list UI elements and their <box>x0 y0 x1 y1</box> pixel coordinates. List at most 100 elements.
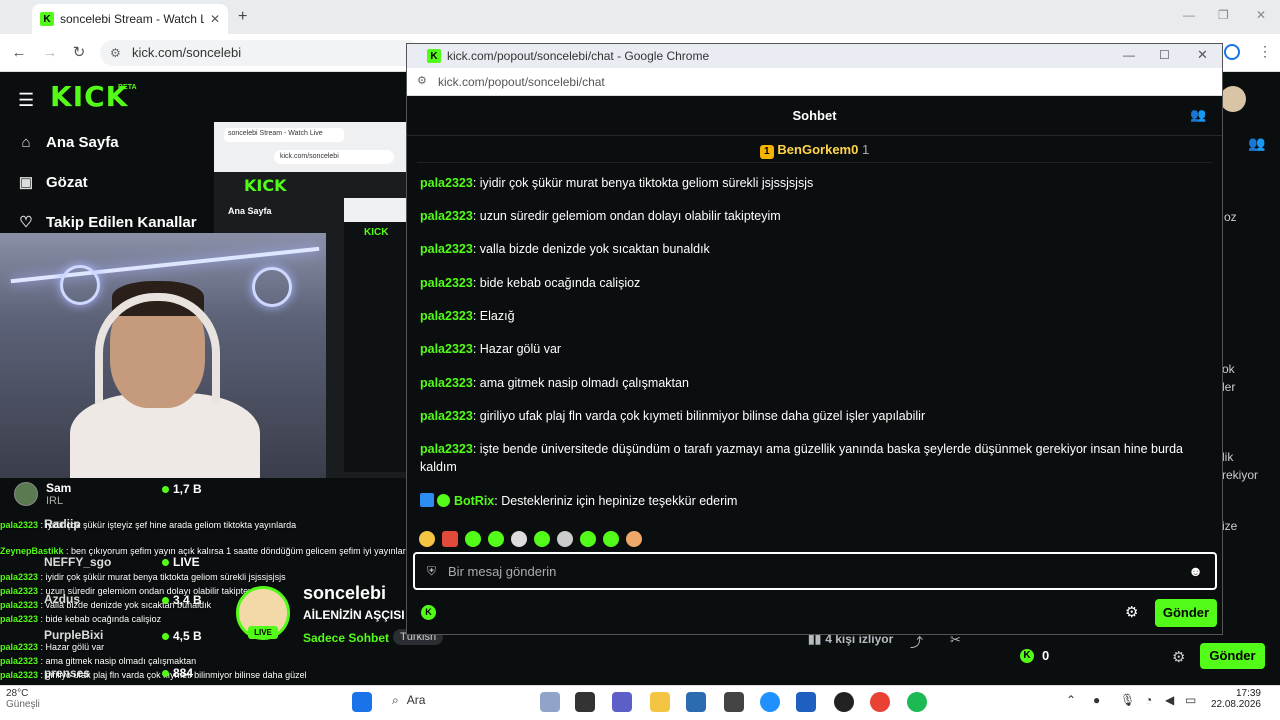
mic-icon[interactable]: 🎙 <box>1120 693 1135 707</box>
shield-icon[interactable]: ⛨ <box>427 564 436 579</box>
chatters-icon[interactable]: 👥 <box>1190 107 1206 123</box>
channel-live-neffy: LIVE <box>162 555 200 569</box>
channel-viewers-sam: 1,7 B <box>162 482 202 496</box>
channel-item-sam[interactable]: Sam IRL <box>14 481 71 507</box>
popout-site-info-icon[interactable]: ⚙ <box>417 74 427 87</box>
wifi-icon[interactable]: ◔ <box>1145 693 1152 707</box>
forward-icon[interactable]: → <box>42 45 58 61</box>
verified-badge-icon <box>437 494 451 507</box>
maximize-icon[interactable]: ❐ <box>1218 8 1229 22</box>
chat-message: pala2323: uzun süredir gelemiom ondan do… <box>420 209 781 223</box>
explorer-icon[interactable] <box>650 692 670 712</box>
emote-icon[interactable] <box>488 531 504 547</box>
emote-icon[interactable] <box>419 531 435 547</box>
chat-settings-icon[interactable]: ⚙ <box>1172 648 1185 666</box>
channel-viewers-azdus: 3,4 B <box>162 593 202 607</box>
volume-icon[interactable]: ◀ <box>1165 693 1174 707</box>
nav-home[interactable]: ⌂ Ana Sayfa <box>18 133 118 151</box>
partial-text-4: lik <box>1222 450 1234 464</box>
emote-icon[interactable] <box>626 531 642 547</box>
weather-widget[interactable]: 28°C Güneşli <box>6 688 40 710</box>
minimize-icon[interactable]: — <box>1183 8 1195 22</box>
popout-chat-window: K kick.com/popout/soncelebi/chat - Googl… <box>406 43 1223 635</box>
emote-row <box>419 531 649 547</box>
emote-icon[interactable] <box>603 531 619 547</box>
channel-item-azdus[interactable]: Azdus <box>44 592 80 606</box>
site-info-icon[interactable]: ⚙ <box>110 46 121 60</box>
popout-url[interactable]: kick.com/popout/soncelebi/chat <box>407 68 1222 96</box>
taskbar-search[interactable]: ⌕ Ara <box>392 693 425 708</box>
emote-icon[interactable] <box>580 531 596 547</box>
kick-logo[interactable]: KICK <box>50 80 128 113</box>
new-tab-button[interactable]: + <box>238 8 247 26</box>
tray-chevron-icon[interactable]: ⌃ <box>1066 693 1076 707</box>
back-icon[interactable]: ← <box>11 45 27 61</box>
partial-text-1: oz <box>1224 210 1237 224</box>
app-icon[interactable] <box>724 692 744 712</box>
beta-badge: BETA <box>118 84 137 91</box>
partial-text-2: ok <box>1222 362 1235 376</box>
chat-message: pala2323: iyidir çok şükür murat benya t… <box>420 176 814 190</box>
chat-header: Sohbet <box>407 96 1222 136</box>
chat-message: pala2323: ama gitmek nasip olmadı çalışm… <box>420 376 689 390</box>
send-button-main[interactable]: Gönder <box>1200 643 1265 669</box>
kick-points-icon[interactable]: K <box>421 605 436 620</box>
stream-category[interactable]: Sadece Sohbet <box>303 631 389 645</box>
store-icon[interactable] <box>686 692 706 712</box>
profile-icon[interactable] <box>1224 44 1240 60</box>
chat-message: pala2323: Elazığ <box>420 309 515 323</box>
channel-item-purplebixi[interactable]: PurpleBixi <box>44 628 103 642</box>
app-icon[interactable] <box>796 692 816 712</box>
battery-icon[interactable]: ▭ <box>1185 693 1196 707</box>
search-icon: ⌕ <box>392 693 399 707</box>
emote-icon[interactable] <box>465 531 481 547</box>
channel-points[interactable]: K0 <box>1020 648 1049 663</box>
edge-icon[interactable] <box>760 692 780 712</box>
nav-browse[interactable]: ▣ Gözat <box>18 174 88 191</box>
nav-following[interactable]: ♡ Takip Edilen Kanallar <box>18 213 196 231</box>
taskview-icon[interactable] <box>575 692 595 712</box>
emote-icon[interactable] <box>511 531 527 547</box>
pinned-leaderboard[interactable]: 1 BenGorkem0 1 <box>407 136 1222 164</box>
users-icon[interactable]: 👥 <box>1248 135 1265 152</box>
chat-message: pala2323: valla bizde denizde yok sıcakt… <box>420 242 710 256</box>
chrome-icon[interactable] <box>870 692 890 712</box>
channel-item-radiip[interactable]: Radiip <box>44 517 81 531</box>
teams-icon[interactable] <box>612 692 632 712</box>
close-window-icon[interactable]: ✕ <box>1256 8 1266 22</box>
channel-item-neffy[interactable]: NEFFY_sgo <box>44 555 111 569</box>
reload-icon[interactable]: ↻ <box>71 45 87 61</box>
home-icon: ⌂ <box>21 133 31 151</box>
popout-settings-icon[interactable]: ⚙ <box>1125 603 1138 621</box>
clock[interactable]: 17:39 22.08.2026 <box>1205 688 1261 710</box>
chat-message-bot: BotRix: Destekleriniz için hepinize teşe… <box>420 492 1210 510</box>
popout-maximize-icon[interactable]: ☐ <box>1159 48 1170 62</box>
hamburger-icon[interactable]: ☰ <box>18 90 34 111</box>
heart-icon: ♡ <box>19 213 33 231</box>
close-tab-icon[interactable]: ✕ <box>210 12 220 26</box>
chat-message-input[interactable] <box>448 563 1177 579</box>
emote-icon[interactable] <box>534 531 550 547</box>
channel-item-prenses[interactable]: prenses <box>44 666 90 680</box>
windows-taskbar <box>0 685 1280 720</box>
url-field[interactable]: kick.com/soncelebi <box>100 40 420 66</box>
send-button[interactable]: Gönder <box>1155 599 1217 627</box>
start-icon[interactable] <box>352 692 372 712</box>
streamer-name[interactable]: soncelebi <box>303 583 386 604</box>
webcam-feed <box>0 233 326 478</box>
browser-tab[interactable]: K soncelebi Stream - Watch Live o ✕ <box>32 4 228 34</box>
copilot-icon[interactable] <box>540 692 560 712</box>
popout-minimize-icon[interactable]: — <box>1123 48 1135 62</box>
tab-title: soncelebi Stream - Watch Live o <box>60 12 204 26</box>
emote-icon[interactable] <box>557 531 573 547</box>
menu-dots-icon[interactable]: ⋮ <box>1258 43 1272 60</box>
spotify-icon[interactable] <box>907 692 927 712</box>
obs-icon[interactable] <box>834 692 854 712</box>
tray-app-icon[interactable]: ● <box>1093 693 1100 707</box>
user-avatar[interactable] <box>1220 86 1246 112</box>
channel-viewers-prenses: 884 <box>162 666 193 680</box>
emoji-icon[interactable]: ☻ <box>1188 563 1203 579</box>
emote-icon[interactable] <box>442 531 458 547</box>
popout-close-icon[interactable]: ✕ <box>1197 47 1208 63</box>
partial-text-5: rekiyor <box>1222 468 1259 482</box>
